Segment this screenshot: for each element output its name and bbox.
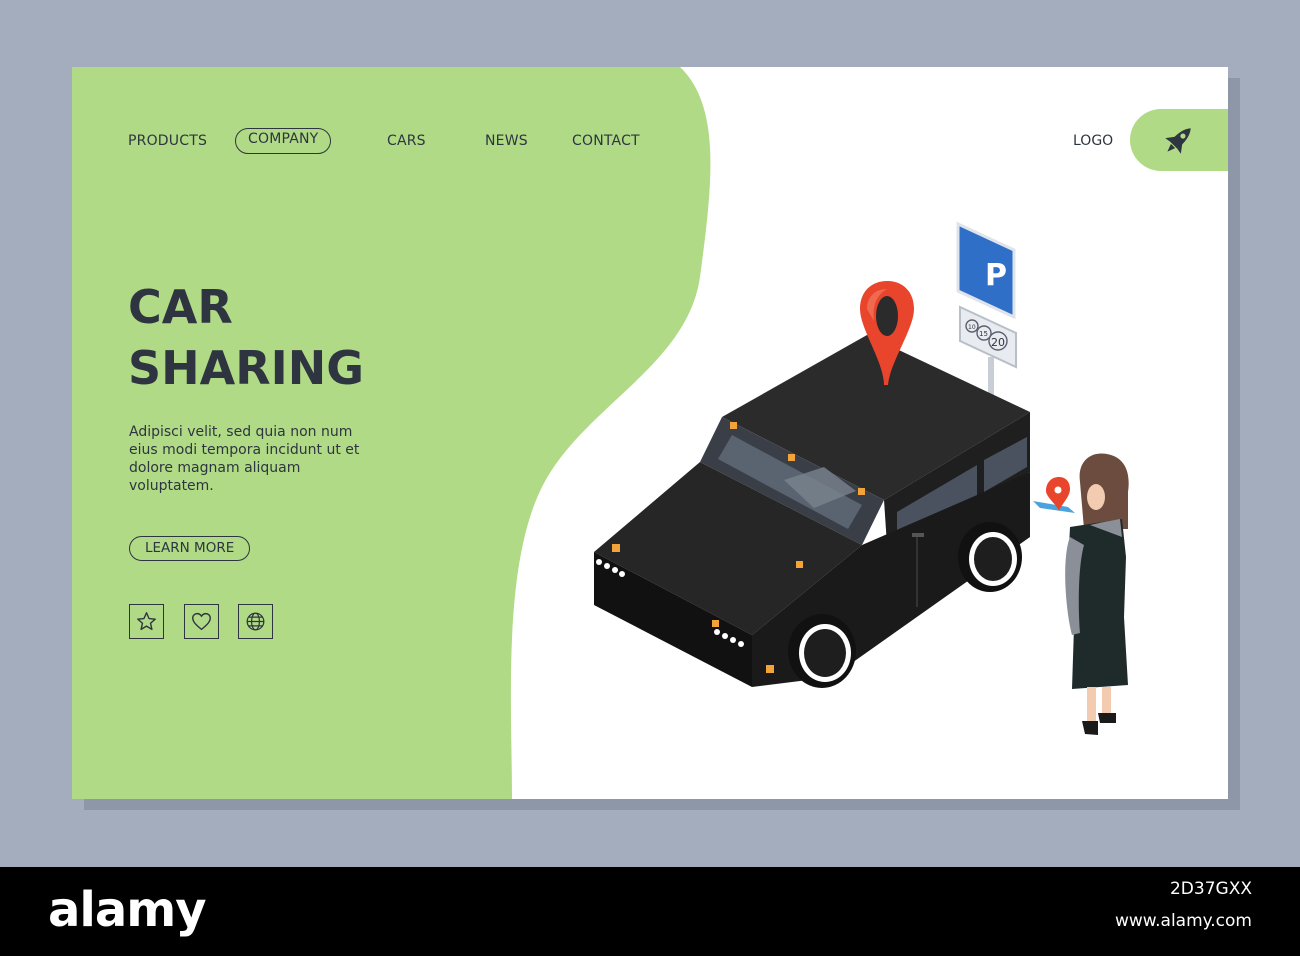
landing-card: PRODUCTS COMPANY CARS NEWS CONTACT LOGO … [72,67,1228,799]
car-sharing-illustration: P 10 15 20 [594,221,1129,735]
parking-letter: P [985,258,1007,293]
sign-number-15: 15 [979,330,988,338]
woman-with-phone [1033,453,1129,735]
black-car [594,335,1030,688]
sign-number-20: 20 [991,336,1005,349]
watermark-image-id: 2D37GXX [1169,879,1252,899]
sign-number-10: 10 [968,324,976,331]
watermark-brand: alamy [48,882,207,938]
watermark-url: www.alamy.com [1114,911,1252,931]
